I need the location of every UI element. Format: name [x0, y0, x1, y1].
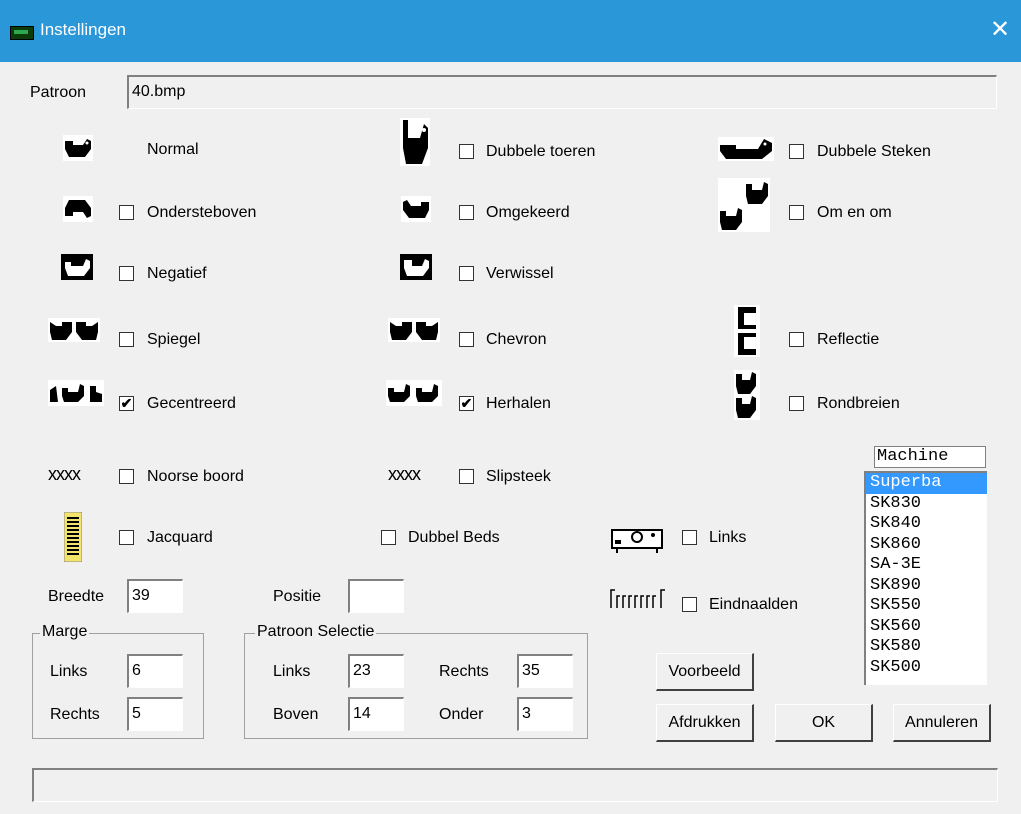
duck-herhalen-icon	[386, 380, 442, 406]
breedte-label: Breedte	[48, 588, 105, 605]
om-en-om-checkbox[interactable]	[789, 205, 804, 220]
machine-header: Machine	[874, 446, 986, 468]
negatief-checkbox[interactable]	[119, 266, 134, 281]
app-icon	[10, 26, 34, 40]
slipsteek-checkbox[interactable]	[459, 469, 474, 484]
close-button[interactable]: ✕	[983, 14, 1017, 46]
jacquard-label: Jacquard	[147, 529, 213, 546]
eindnaalden-label: Eindnaalden	[709, 596, 798, 613]
links-label: Links	[709, 529, 747, 546]
selectie-onder-field[interactable]: 3	[517, 697, 573, 731]
positie-field[interactable]	[348, 579, 404, 613]
window-title: Instellingen	[40, 20, 127, 39]
machine-item[interactable]: SK500	[866, 658, 987, 679]
duck-chevron-icon	[388, 318, 440, 342]
marge-links-field[interactable]: 6	[127, 654, 183, 688]
reflectie-label: Reflectie	[817, 331, 880, 348]
dubbele-steken-label: Dubbele Steken	[817, 143, 931, 160]
noorse-boord-checkbox[interactable]	[119, 469, 134, 484]
selectie-links-label: Links	[273, 663, 311, 680]
duck-negatief-icon	[61, 254, 93, 280]
normal-label: Normal	[147, 141, 199, 158]
selectie-boven-label: Boven	[273, 706, 319, 723]
dubbele-steken-checkbox[interactable]	[789, 144, 804, 159]
marge-rechts-label: Rechts	[50, 706, 100, 723]
chevron-checkbox[interactable]	[459, 332, 474, 347]
links-checkbox[interactable]	[682, 530, 697, 545]
ok-button[interactable]: OK	[775, 704, 873, 742]
afdrukken-button[interactable]: Afdrukken	[656, 704, 754, 742]
machine-item[interactable]: SK890	[866, 576, 987, 597]
knitting-machine-icon	[611, 529, 663, 553]
machine-item[interactable]: Superba	[866, 473, 987, 494]
omgekeerd-checkbox[interactable]	[459, 205, 474, 220]
negatief-label: Negatief	[147, 265, 207, 282]
herhalen-label: Herhalen	[486, 395, 551, 412]
voorbeeld-button[interactable]: Voorbeeld	[656, 653, 754, 691]
machine-listbox[interactable]: Superba SK830 SK840 SK860 SA-3E SK890 SK…	[864, 471, 987, 685]
machine-item[interactable]: SK840	[866, 514, 987, 535]
machine-item[interactable]: SK830	[866, 494, 987, 515]
patroon-label: Patroon	[30, 84, 87, 101]
slipsteek-label: Slipsteek	[486, 468, 551, 485]
duck-omgekeerd-icon	[401, 196, 431, 222]
breedte-field[interactable]: 39	[127, 579, 183, 613]
gecentreerd-checkbox[interactable]: ✔	[119, 396, 134, 411]
duck-ondersteboven-icon	[63, 196, 93, 222]
verwissel-label: Verwissel	[486, 265, 554, 282]
machine-item[interactable]: SK580	[866, 637, 987, 658]
machine-item[interactable]: SK860	[866, 535, 987, 556]
dubbele-toeren-checkbox[interactable]	[459, 144, 474, 159]
chevron-label: Chevron	[486, 331, 547, 348]
jacquard-icon	[64, 512, 82, 562]
selectie-links-field[interactable]: 23	[348, 654, 404, 688]
status-bar	[32, 768, 998, 802]
spiegel-checkbox[interactable]	[119, 332, 134, 347]
marge-rechts-field[interactable]: 5	[127, 697, 183, 731]
selectie-rechts-field[interactable]: 35	[517, 654, 573, 688]
positie-label: Positie	[273, 588, 322, 605]
machine-item[interactable]: SA-3E	[866, 555, 987, 576]
ondersteboven-label: Ondersteboven	[147, 204, 257, 221]
eindnaalden-checkbox[interactable]	[682, 597, 697, 612]
duck-dubbele-toeren-icon	[400, 118, 430, 166]
spiegel-label: Spiegel	[147, 331, 201, 348]
rondbreien-label: Rondbreien	[817, 395, 900, 412]
duck-dubbele-steken-icon	[718, 137, 774, 161]
verwissel-checkbox[interactable]	[459, 266, 474, 281]
selectie-rechts-label: Rechts	[439, 663, 489, 680]
duck-gecentreerd-icon	[48, 380, 104, 406]
jacquard-checkbox[interactable]	[119, 530, 134, 545]
duck-spiegel-icon	[48, 318, 100, 342]
duck-rondbreien-icon	[734, 370, 760, 420]
marge-title: Marge	[40, 623, 90, 641]
noorse-boord-label: Noorse boord	[147, 468, 244, 485]
om-en-om-label: Om en om	[817, 204, 892, 221]
dubbel-beds-checkbox[interactable]	[381, 530, 396, 545]
selectie-onder-label: Onder	[439, 706, 484, 723]
patroon-field[interactable]: 40.bmp	[127, 75, 997, 109]
duck-om-en-om-icon	[718, 178, 770, 232]
marge-links-label: Links	[50, 663, 88, 680]
omgekeerd-label: Omgekeerd	[486, 204, 570, 221]
annuleren-button[interactable]: Annuleren	[893, 704, 991, 742]
gecentreerd-label: Gecentreerd	[147, 395, 236, 412]
eindnaalden-icon	[610, 589, 665, 608]
ondersteboven-checkbox[interactable]	[119, 205, 134, 220]
title-bar: Instellingen ✕	[0, 0, 1021, 62]
herhalen-checkbox[interactable]: ✔	[459, 396, 474, 411]
duck-normal-icon	[63, 135, 93, 161]
slipsteek-icon: xxxx	[388, 464, 421, 484]
rondbreien-checkbox[interactable]	[789, 396, 804, 411]
dubbel-beds-label: Dubbel Beds	[408, 529, 500, 546]
reflectie-checkbox[interactable]	[789, 332, 804, 347]
duck-reflectie-icon	[734, 305, 760, 357]
machine-item[interactable]: SK550	[866, 596, 987, 617]
patroon-selectie-title: Patroon Selectie	[255, 623, 377, 641]
duck-verwissel-icon	[400, 254, 432, 280]
selectie-boven-field[interactable]: 14	[348, 697, 404, 731]
machine-item[interactable]: SK560	[866, 617, 987, 638]
dubbele-toeren-label: Dubbele toeren	[486, 143, 596, 160]
noorse-boord-icon: xxxx	[48, 464, 81, 484]
